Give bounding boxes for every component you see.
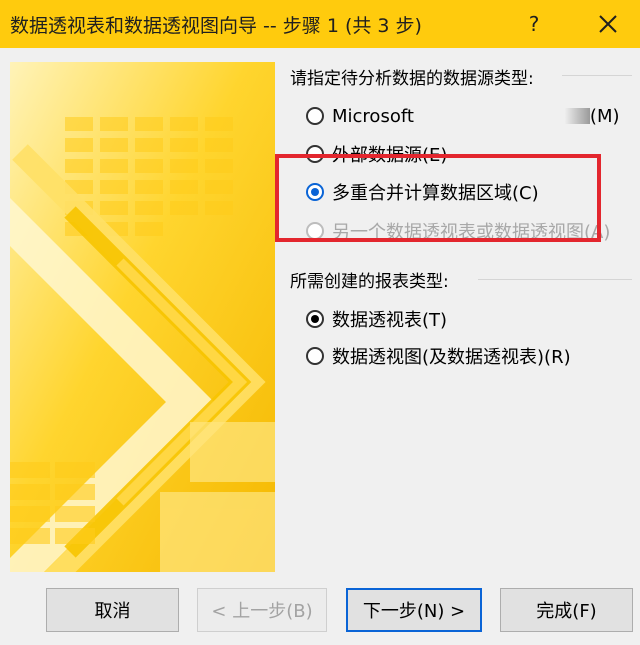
cancel-button[interactable]: 取消	[46, 588, 179, 632]
highlight-box	[275, 154, 601, 242]
close-icon	[599, 15, 617, 33]
report-group-divider	[478, 279, 632, 280]
close-button[interactable]	[584, 0, 632, 48]
report-group-label: 所需创建的报表类型:	[290, 272, 449, 292]
option-microsoft[interactable]: Microsoft (M)	[306, 102, 620, 130]
window-title: 数据透视表和数据透视图向导 -- 步骤 1 (共 3 步)	[10, 15, 422, 37]
pivot-table-graphic	[10, 62, 275, 572]
title-bar: 数据透视表和数据透视图向导 -- 步骤 1 (共 3 步) ?	[0, 0, 640, 48]
redacted-text	[419, 108, 590, 124]
option-pivot-table-label: 数据透视表(T)	[332, 310, 448, 331]
option-pivot-chart-label: 数据透视图(及数据透视表)(R)	[332, 347, 571, 368]
radio-button[interactable]	[306, 107, 324, 125]
source-group-label: 请指定待分析数据的数据源类型:	[290, 69, 534, 89]
option-microsoft-suffix: (M)	[589, 105, 620, 127]
wizard-illustration	[10, 62, 275, 572]
option-pivot-chart[interactable]: 数据透视图(及数据透视表)(R)	[306, 342, 571, 370]
source-group-divider	[562, 75, 632, 76]
finish-button[interactable]: 完成(F)	[500, 588, 633, 632]
option-pivot-table[interactable]: 数据透视表(T)	[306, 305, 447, 333]
option-microsoft-label: Microsoft	[332, 105, 414, 127]
radio-button-selected[interactable]	[306, 310, 324, 328]
help-button[interactable]: ?	[512, 0, 556, 48]
radio-button[interactable]	[306, 347, 324, 365]
back-button[interactable]: < 上一步(B)	[197, 588, 327, 632]
next-button[interactable]: 下一步(N) >	[346, 588, 482, 632]
